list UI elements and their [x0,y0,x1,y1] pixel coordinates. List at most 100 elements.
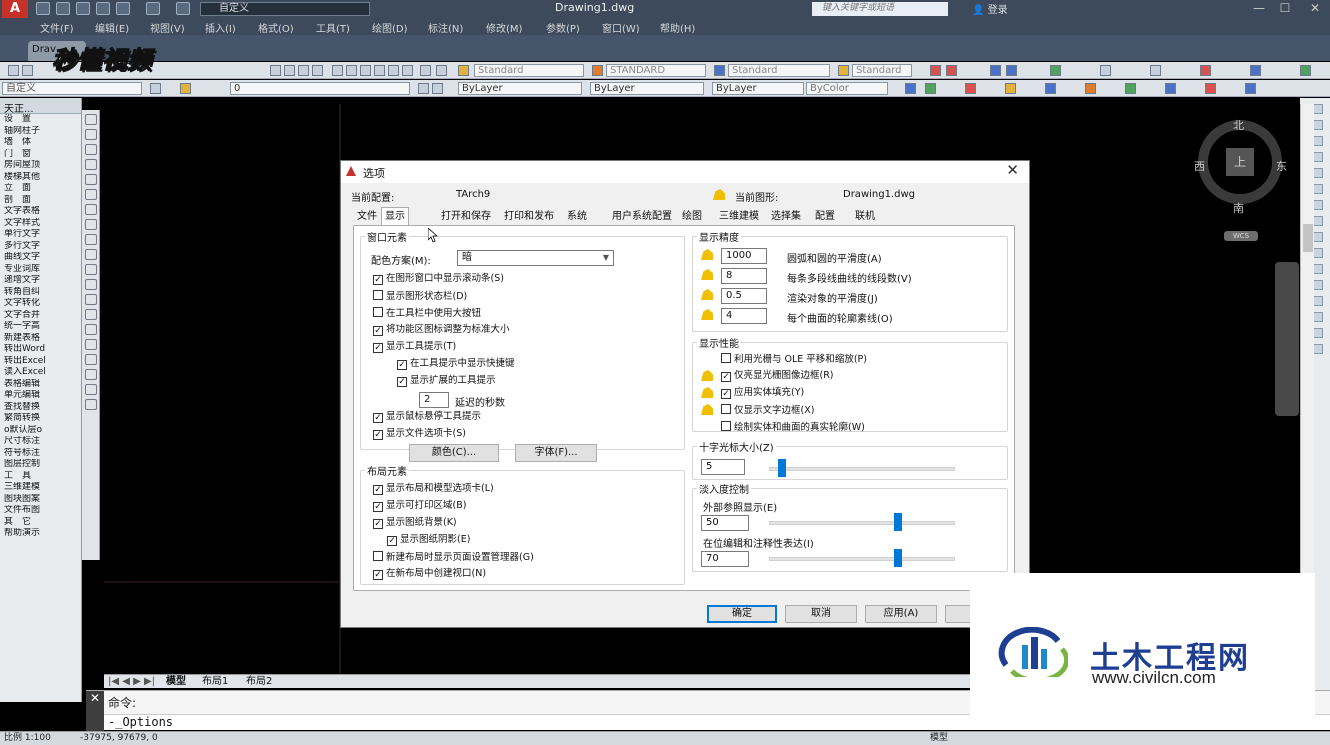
tz-tool-9-icon[interactable] [1250,65,1261,76]
colors-button[interactable]: 颜色(C)... [409,444,499,462]
design-center-icon[interactable] [346,65,357,76]
layer-select[interactable]: 0 [230,82,410,95]
previous-layer-icon[interactable] [432,83,443,94]
checkbox-raster-ole-pan[interactable]: 利用光栅与 OLE 平移和缩放(P) [721,353,867,366]
spline-icon[interactable] [85,189,97,200]
match-layer-icon[interactable] [418,83,429,94]
checkbox-rollover-tooltips[interactable]: ✓ 显示鼠标悬停工具提示 [373,411,481,423]
checkbox-extended-tooltips[interactable]: ✓ 显示扩展的工具提示 [397,375,496,387]
undo-icon[interactable] [146,2,160,15]
sheet-set-icon[interactable] [374,65,385,76]
properties-icon[interactable] [332,65,343,76]
apply-button[interactable]: 应用(A) [865,605,937,623]
polyline-icon[interactable] [85,129,97,140]
layer-tool-icon[interactable] [420,65,431,76]
tianzheng-menu-item[interactable]: 单元编辑 [0,390,81,402]
compass-east[interactable]: 东 [1276,158,1287,174]
model-space-toggle[interactable]: 模型 [930,732,948,745]
ellipse-icon[interactable] [85,204,97,215]
tool-h-icon[interactable] [1165,83,1176,94]
mleader-style-select[interactable]: Standard [852,64,912,77]
viewcube-top-face[interactable]: 上 [1226,148,1254,176]
checkbox-shortcut-in-tooltips[interactable]: ✓ 在工具提示中显示快捷键 [397,358,515,370]
tianzheng-menu-item[interactable]: 文件布图 [0,505,81,517]
app-logo-icon[interactable]: A [2,0,28,18]
calc-icon[interactable] [402,65,413,76]
menu-file[interactable]: 文件(F) [40,20,74,35]
checkbox-page-setup-manager[interactable]: 新建布局时显示页面设置管理器(G) [373,551,534,564]
tool-d-icon[interactable] [1005,83,1016,94]
tianzheng-panel-title[interactable]: 天正... [0,98,81,115]
maximize-button[interactable]: ☐ [1270,0,1300,18]
menu-dimension[interactable]: 标注(N) [428,20,463,35]
markup-icon[interactable] [388,65,399,76]
tab-drafting[interactable]: 绘图 [678,207,706,225]
fonts-button[interactable]: 字体(F)... [515,444,597,462]
compass-south[interactable]: 南 [1233,200,1244,216]
tianzheng-menu-item[interactable]: 文字表格 [0,206,81,218]
tab-profiles[interactable]: 配置 [811,207,839,225]
menu-help[interactable]: 帮助(H) [660,20,695,35]
tianzheng-menu-item[interactable]: 繁简转换 [0,413,81,425]
tz-tool-3-icon[interactable] [990,65,1001,76]
arc-smoothness-input[interactable]: 1000 [721,248,767,264]
menu-draw[interactable]: 绘图(D) [372,20,408,35]
command-close-icon[interactable]: ✕ [86,691,104,731]
wipeout-icon[interactable] [85,369,97,380]
search-input[interactable]: 键入关键字或短语 [812,2,948,16]
scrollbar-thumb[interactable] [1303,224,1313,252]
tianzheng-menu-item[interactable]: 楼梯其他 [0,172,81,184]
tab-model[interactable]: 模型 [166,675,186,688]
tab-layout1[interactable]: 布局1 [202,675,228,688]
layer-state-icon[interactable] [180,83,191,94]
tool-a-icon[interactable] [905,83,916,94]
table-icon[interactable] [85,279,97,290]
tab-system[interactable]: 系统 [563,207,591,225]
tool-c-icon[interactable] [965,83,976,94]
menu-parametric[interactable]: 参数(P) [546,20,580,35]
cancel-button[interactable]: 取消 [785,605,857,623]
tab-layout2[interactable]: 布局2 [246,675,272,688]
donut-icon[interactable] [85,384,97,395]
tianzheng-menu-item[interactable]: o默认层o [0,425,81,437]
tool-e-icon[interactable] [1045,83,1056,94]
tianzheng-menu-item[interactable]: 轴网柱子 [0,126,81,138]
inplace-fade-slider-thumb[interactable] [893,549,902,567]
tool-palette-icon[interactable] [360,65,371,76]
tianzheng-menu-item[interactable]: 工 具 [0,471,81,483]
boundary-icon[interactable] [85,339,97,350]
tianzheng-menu-item[interactable]: 读入Excel [0,367,81,379]
tool-f-icon[interactable] [1085,83,1096,94]
tz-tool-10-icon[interactable] [1300,65,1311,76]
gradient-icon[interactable] [85,324,97,335]
tianzheng-menu-item[interactable]: 查找替换 [0,402,81,414]
tianzheng-menu-item[interactable]: 转角自纠 [0,287,81,299]
tianzheng-menu-item[interactable]: 文字样式 [0,218,81,230]
revcloud-icon[interactable] [85,354,97,365]
tianzheng-menu-item[interactable]: 门 窗 [0,149,81,161]
zoom-icon[interactable] [284,65,295,76]
lineweight-select[interactable]: ByLayer [712,82,804,95]
arc-icon[interactable] [85,144,97,155]
rectangle-icon[interactable] [85,174,97,185]
checkbox-printable-area[interactable]: ✓ 显示可打印区域(B) [373,500,466,512]
tool-b-icon[interactable] [925,83,936,94]
zoom-previous-icon[interactable] [312,65,323,76]
save-icon[interactable] [76,2,90,15]
tianzheng-menu-item[interactable]: 三维建模 [0,482,81,494]
login-button[interactable]: 👤 登录 [972,1,1008,16]
checkbox-paper-shadow[interactable]: ✓ 显示图纸阴影(E) [387,534,470,546]
dim-style-select[interactable]: STANDARD [606,64,706,77]
tool-g-icon[interactable] [1125,83,1136,94]
wcs-menu[interactable]: WCS [1224,231,1258,241]
layer-manager-icon[interactable] [150,83,161,94]
plotstyle-select[interactable]: ByColor [806,82,888,95]
help-icon[interactable] [436,65,447,76]
menu-view[interactable]: 视图(V) [150,20,185,35]
color-select[interactable]: ByLayer [458,82,582,95]
tianzheng-menu-item[interactable]: 帮助演示 [0,528,81,540]
tianzheng-menu-item[interactable]: 新建表格 [0,333,81,345]
crosshair-slider-thumb[interactable] [777,459,786,477]
xref-fade-slider-track[interactable] [769,521,955,525]
inplace-fade-input[interactable]: 70 [701,551,749,567]
